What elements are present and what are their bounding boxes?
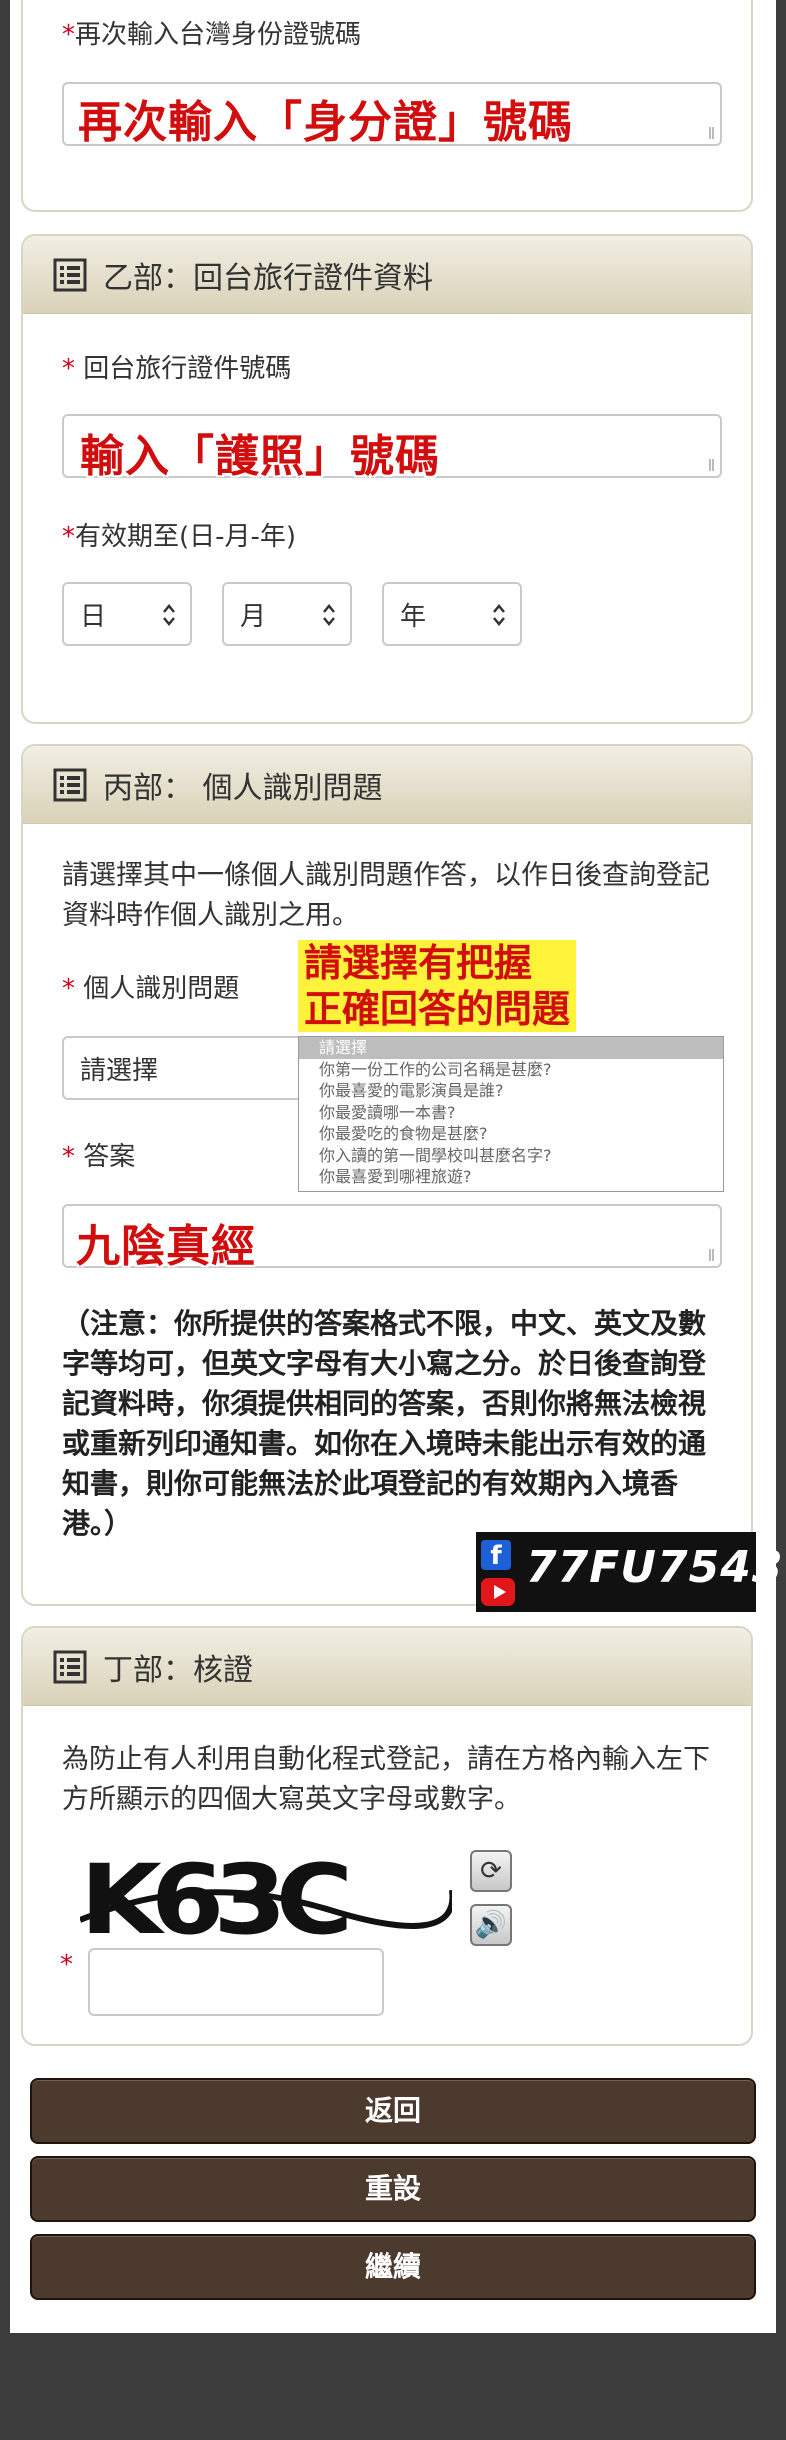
dropdown-option[interactable]: 你第一份工作的公司名稱是甚麼? (299, 1059, 723, 1081)
required-mark: * (62, 974, 75, 1004)
doc-number-label-row: * 回台旅行證件號碼 (62, 348, 291, 385)
select-arrows-icon (493, 604, 505, 626)
doc-number-overlay: 輸入「護照」號碼 (80, 431, 440, 482)
dropdown-option[interactable]: 你最喜愛到哪裡旅遊? (299, 1166, 723, 1188)
required-mark: * (62, 20, 75, 50)
form-list-icon (53, 768, 87, 801)
confirm-id-label: 再次輸入台灣身份證號碼 (75, 20, 362, 50)
form-list-icon (53, 258, 87, 291)
resize-grip-icon (709, 127, 714, 139)
dropdown-option[interactable]: 你最愛讀哪一本書? (299, 1102, 723, 1124)
required-mark: * (62, 1142, 75, 1172)
facebook-icon: f (481, 1540, 511, 1571)
answer-overlay: 九陰真經 (76, 1221, 256, 1272)
section-d-title: 丁部：核證 (103, 1652, 253, 1688)
dropdown-option[interactable]: 你入讀的第一間學校叫甚麼名字? (299, 1145, 723, 1167)
question-hint-line1: 請選擇有把握 (304, 941, 533, 985)
captcha-input[interactable] (88, 1948, 384, 2016)
youtube-icon (481, 1578, 515, 1606)
expiry-label: 有效期至(日-月-年) (75, 522, 297, 552)
question-label: 個人識別問題 (83, 974, 240, 1004)
resize-grip-icon (709, 1249, 714, 1261)
answer-note: （注意：你所提供的答案格式不限，中文、英文及數字等均可，但英文字母有大小寫之分。… (62, 1307, 707, 1540)
dropdown-option[interactable]: 你最愛吃的食物是甚麼? (299, 1123, 723, 1145)
section-b-title: 乙部：回台旅行證件資料 (103, 260, 433, 296)
question-hint: 請選擇有把握 正確回答的問題 (298, 940, 577, 1032)
doc-number-label: 回台旅行證件號碼 (83, 354, 292, 384)
speaker-icon[interactable]: 🔊 (470, 1904, 512, 1946)
captcha-text: K63C (80, 1844, 353, 1956)
question-label-row: * 個人識別問題 (62, 968, 239, 1005)
year-select[interactable]: 年 (382, 582, 522, 646)
required-mark: * (62, 354, 75, 384)
select-arrows-icon (323, 604, 335, 626)
confirm-id-label-row: *再次輸入台灣身份證號碼 (62, 14, 361, 51)
resize-grip-icon (709, 459, 714, 471)
month-select[interactable]: 月 (222, 582, 352, 646)
answer-label-row: * 答案 (62, 1136, 135, 1173)
question-hint-line2: 正確回答的問題 (304, 987, 571, 1031)
watermark-banner: f 77FU7543 (476, 1532, 782, 1612)
select-arrows-icon (163, 604, 175, 626)
answer-label: 答案 (83, 1142, 136, 1172)
question-select-value: 請選擇 (80, 1055, 159, 1086)
section-d-header: 丁部：核證 (23, 1628, 751, 1706)
day-select[interactable]: 日 (62, 582, 192, 646)
dropdown-option[interactable]: 你最喜愛的電影演員是誰? (299, 1080, 723, 1102)
year-select-value: 年 (400, 601, 427, 632)
captcha-image: K63C (80, 1850, 452, 1950)
refresh-icon[interactable]: ⟳ (470, 1850, 512, 1892)
required-mark: * (62, 522, 75, 552)
question-dropdown-list: 請選擇 你第一份工作的公司名稱是甚麼? 你最喜愛的電影演員是誰? 你最愛讀哪一本… (298, 1036, 724, 1192)
expiry-label-row: *有效期至(日-月-年) (62, 516, 296, 553)
month-select-value: 月 (240, 601, 267, 632)
day-select-value: 日 (80, 601, 107, 632)
back-button[interactable]: 返回 (30, 2078, 756, 2144)
watermark-handle: 77FU7543 (526, 1542, 784, 1593)
captcha-required-mark: * (60, 1950, 73, 1980)
confirm-id-overlay: 再次輸入「身分證」號碼 (78, 97, 573, 148)
reset-button[interactable]: 重設 (30, 2156, 756, 2222)
form-list-icon (53, 1650, 87, 1683)
section-c-header: 丙部： 個人識別問題 (23, 746, 751, 824)
section-b-header: 乙部：回台旅行證件資料 (23, 236, 751, 314)
dropdown-option[interactable]: 請選擇 (299, 1037, 723, 1059)
section-c-intro: 請選擇其中一條個人識別問題作答，以作日後查詢登記資料時作個人識別之用。 (62, 860, 710, 931)
continue-button[interactable]: 繼續 (30, 2234, 756, 2300)
section-d-intro: 為防止有人利用自動化程式登記，請在方格內輸入左下方所顯示的四個大寫英文字母或數字… (62, 1744, 710, 1815)
section-c-title: 丙部： 個人識別問題 (103, 770, 383, 806)
